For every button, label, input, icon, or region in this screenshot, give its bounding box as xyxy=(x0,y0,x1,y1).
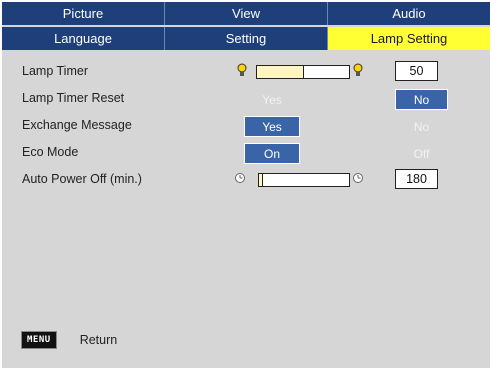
tab-language[interactable]: Language xyxy=(2,27,165,50)
lamp-timer-slider-fill xyxy=(257,66,304,78)
tab-lamp-setting[interactable]: Lamp Setting xyxy=(328,27,490,50)
lamp-low-icon xyxy=(237,63,247,76)
lamp-timer-reset-label: Lamp Timer Reset xyxy=(22,91,125,105)
lamp-high-icon xyxy=(353,63,363,76)
auto-power-off-slider[interactable] xyxy=(258,173,350,187)
lamp-timer-slider[interactable] xyxy=(256,65,350,79)
tab-row-main: Picture View Audio xyxy=(2,2,490,25)
timer-low-icon xyxy=(235,173,245,183)
menu-panel: Picture View Audio Language Setting Lamp… xyxy=(2,2,490,368)
eco-mode-label: Eco Mode xyxy=(22,145,79,159)
tab-audio[interactable]: Audio xyxy=(328,2,490,25)
tab-setting[interactable]: Setting xyxy=(165,27,328,50)
return-label: Return xyxy=(79,333,118,347)
tab-view[interactable]: View xyxy=(165,2,328,25)
auto-power-off-row: Auto Power Off (min.) 180 xyxy=(2,168,490,194)
menu-key-icon: MENU xyxy=(21,331,57,349)
tab-picture[interactable]: Picture xyxy=(2,2,165,25)
lamp-timer-reset-row: Lamp Timer Reset Yes No xyxy=(2,87,490,113)
projector-osd-menu: Picture View Audio Language Setting Lamp… xyxy=(0,0,492,370)
eco-mode-off-option[interactable]: Off xyxy=(395,143,448,164)
timer-high-icon xyxy=(353,173,363,183)
lamp-timer-value: 50 xyxy=(395,61,438,81)
auto-power-off-label: Auto Power Off (min.) xyxy=(22,172,142,186)
exchange-message-no-option[interactable]: No xyxy=(395,116,448,137)
footer-hint: MENU Return xyxy=(21,331,118,349)
lamp-timer-row: Lamp Timer 50 xyxy=(2,60,490,86)
eco-mode-on-option[interactable]: On xyxy=(244,143,300,164)
exchange-message-label: Exchange Message xyxy=(22,118,132,132)
exchange-message-yes-option[interactable]: Yes xyxy=(244,116,300,137)
lamp-timer-reset-yes-option[interactable]: Yes xyxy=(244,89,300,110)
auto-power-off-value: 180 xyxy=(395,169,438,189)
lamp-timer-reset-no-option[interactable]: No xyxy=(395,89,448,110)
exchange-message-row: Exchange Message Yes No xyxy=(2,114,490,140)
lamp-timer-label: Lamp Timer xyxy=(22,64,88,78)
auto-power-off-slider-fill xyxy=(259,174,263,186)
eco-mode-row: Eco Mode On Off xyxy=(2,141,490,167)
tab-row-sub: Language Setting Lamp Setting xyxy=(2,27,490,50)
